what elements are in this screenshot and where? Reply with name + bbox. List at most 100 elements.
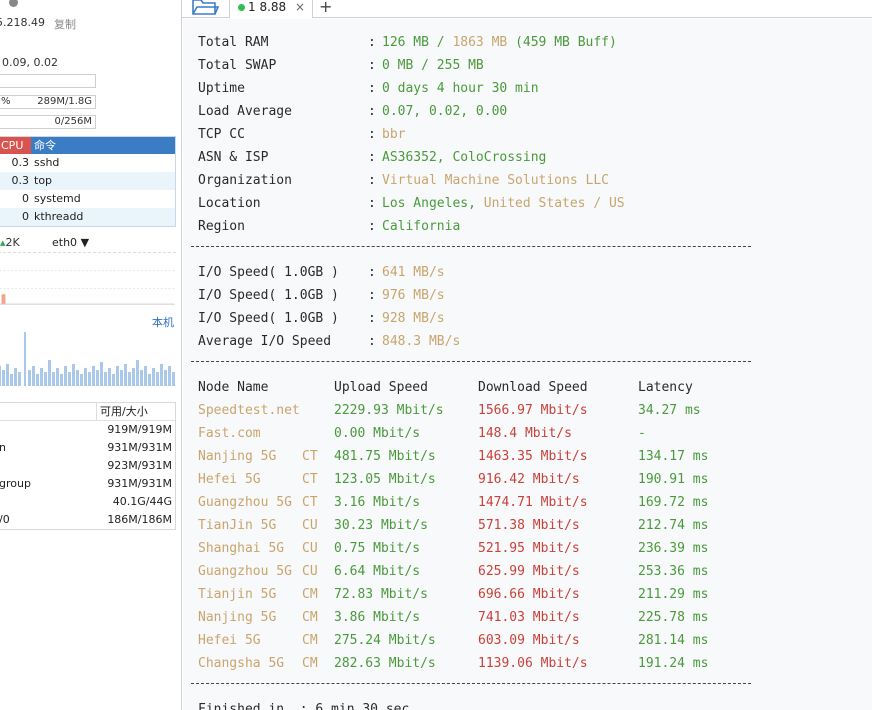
speed-upload: 275.24 Mbit/s [334,633,436,648]
connected-dot-icon [238,4,245,11]
sysinfo-label: TCP CC [198,127,245,142]
speed-latency: 212.74 ms [638,518,709,533]
sysinfo-value: AS36352, ColoCrossing [382,150,547,165]
speed-isp: CT [302,495,318,510]
server-monitor-panel: 5.218.49 复制 0.09, 0.02 % 289M/1.8G 0/256… [0,0,182,710]
command-column-header[interactable]: 命令 [31,137,175,154]
speed-node: TianJin 5G [198,518,277,533]
speed-node: Hefei 5G [198,633,261,648]
sysinfo-row: Load Average: 0.07, 0.02, 0.00 [198,100,507,123]
io-value: 848.3 MB/s [382,334,461,349]
sysinfo-label: Load Average [198,104,292,119]
speed-upload: 3.16 Mbit/s [334,495,421,510]
speed-download: 916.42 Mbit/s [478,472,580,487]
process-cpu: 0.3 [11,174,30,187]
process-command: kthreadd [34,210,84,223]
disk-column-header[interactable]: 可用/大小 [97,403,148,420]
speed-isp: CU [302,541,318,556]
io-row: I/O Speed( 1.0GB ): 928 MB/s [198,307,445,330]
separator-line [191,361,751,362]
speed-download: 603.09 Mbit/s [478,633,580,648]
tab-label: 1 8.88 [248,0,287,14]
sysinfo-row: Location: Los Angeles, United States / U… [198,192,625,215]
swap-bar: 0/256M [0,115,96,129]
tab-session[interactable]: 1 8.88 × [229,0,313,18]
process-row[interactable]: 0.3 top [0,172,175,190]
process-command: sshd [34,156,60,169]
sysinfo-label: Uptime [198,81,245,96]
speed-node: Guangzhou 5G [198,495,292,510]
disk-row[interactable]: group 931M/931M [0,475,175,493]
sysinfo-row: Organization: Virtual Machine Solutions … [198,169,609,192]
sysinfo-value: 126 MB / 1863 MB (459 MB Buff) [382,35,617,50]
sysinfo-value: California [382,219,461,234]
sysinfo-row: ASN & ISP: AS36352, ColoCrossing [198,146,546,169]
speed-download: 741.03 Mbit/s [478,610,580,625]
speed-latency: 134.17 ms [638,449,709,464]
io-value: 928 MB/s [382,311,445,326]
speed-latency: 34.27 ms [638,403,701,418]
speed-node: Speedtest.net [198,403,300,418]
disk-row[interactable]: /0 186M/186M [0,511,175,529]
close-icon[interactable]: × [295,0,305,14]
memory-value: 289M/1.8G [37,96,92,107]
io-value: 641 MB/s [382,265,445,280]
disk-row[interactable]: 40.1G/44G [0,493,175,511]
process-row[interactable]: 0 systemd [0,190,175,208]
speed-node: Fast.com [198,426,261,441]
swap-value: 0/256M [54,116,92,127]
speed-node: Changsha 5G [198,656,285,671]
speed-node: Guangzhou 5G [198,564,292,579]
add-tab-button[interactable]: + [319,0,332,16]
sysinfo-row: Total RAM: 126 MB / 1863 MB (459 MB Buff… [198,31,617,54]
speed-download: 1139.06 Mbit/s [478,656,588,671]
cpu-column-header[interactable]: CPU [0,137,31,154]
sysinfo-row: TCP CC: bbr [198,123,405,146]
io-row: Average I/O Speed: 848.3 MB/s [198,330,460,353]
io-value: 976 MB/s [382,288,445,303]
process-row[interactable]: 0.3 sshd [0,154,175,172]
server-ip: 5.218.49 [0,16,45,29]
io-label: I/O Speed( 1.0GB ) [198,265,339,280]
sysinfo-row: Region: California [198,215,460,238]
speed-download: 1566.97 Mbit/s [478,403,588,418]
speed-download: 625.99 Mbit/s [478,564,580,579]
copy-ip-button[interactable]: 复制 [54,16,76,32]
speed-download: 148.4 Mbit/s [478,426,572,441]
sysinfo-label: ASN & ISP [198,150,269,165]
speed-header-upload: Upload Speed [334,380,428,395]
folder-icon[interactable] [190,0,220,17]
process-cpu: 0.3 [11,156,30,169]
finished-line: Finished in : 6 min 30 sec [198,702,410,710]
speed-isp: CM [302,656,318,671]
speed-isp: CT [302,472,318,487]
session-tab-bar: 1 8.88 × + [182,0,872,18]
local-label: 本机 [152,316,174,329]
speed-isp: CM [302,587,318,602]
speed-latency: - [638,426,646,441]
speed-upload: 30.23 Mbit/s [334,518,428,533]
disk-row[interactable]: n931M/931M [0,439,175,457]
speed-download: 696.66 Mbit/s [478,587,580,602]
speed-upload: 282.63 Mbit/s [334,656,436,671]
disk-row[interactable]: 919M/919M [0,421,175,439]
terminal-output[interactable]: Total RAM: 126 MB / 1863 MB (459 MB Buff… [183,19,872,710]
speed-upload: 481.75 Mbit/s [334,449,436,464]
sysinfo-label: Location [198,196,261,211]
speed-header-node: Node Name [198,380,269,395]
disk-table: 可用/大小 919M/919M n931M/931M 923M/931M gro… [0,402,176,530]
latency-chart [0,332,175,386]
speed-node: Nanjing 5G [198,449,277,464]
speed-isp: CU [302,564,318,579]
memory-bar: % 289M/1.8G [0,95,96,109]
speed-latency: 225.78 ms [638,610,709,625]
interface-select[interactable]: eth0 ▼ [52,236,89,249]
sysinfo-label: Region [198,219,245,234]
process-row[interactable]: 0 kthreadd [0,208,175,226]
speed-latency: 281.14 ms [638,633,709,648]
speed-latency: 169.72 ms [638,495,709,510]
sysinfo-value: 0 MB / 255 MB [382,58,484,73]
disk-row[interactable]: 923M/931M [0,457,175,475]
process-command: systemd [34,192,81,205]
io-row: I/O Speed( 1.0GB ): 976 MB/s [198,284,445,307]
